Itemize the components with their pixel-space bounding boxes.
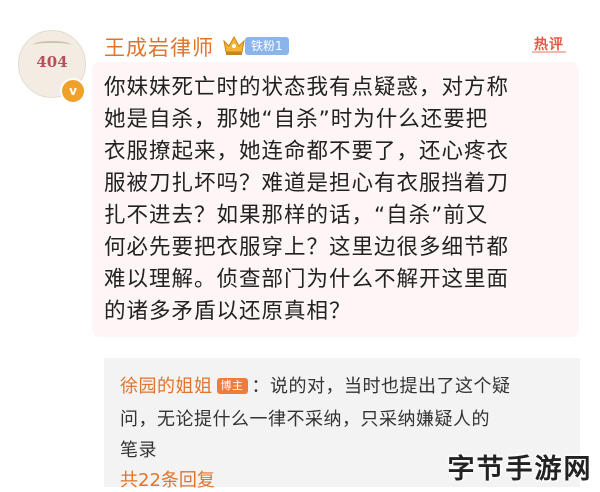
hot-comment-tag: 热评 bbox=[532, 34, 566, 54]
reply-line-1: 徐园的姐姐 博主 ：说的对，当时也提出了这个疑 bbox=[120, 372, 511, 398]
more-replies-link[interactable]: 共22条回复 bbox=[120, 466, 215, 492]
avatar-decoration bbox=[33, 41, 71, 49]
crown-icon bbox=[223, 35, 245, 55]
blogger-badge: 博主 bbox=[216, 378, 248, 394]
reply-line-3: 笔录 bbox=[120, 440, 157, 461]
watermark: 字节手游网 bbox=[447, 453, 593, 485]
reply-line-2: 问，无论提什么一律不采纳，只采纳嫌疑人的 bbox=[120, 409, 490, 430]
avatar-text: 404 bbox=[36, 53, 68, 71]
comment-text: 你妹妹死亡时的状态我有点疑惑，对方称 她是自杀，那她“自杀”时为什么还要把 衣服… bbox=[104, 75, 510, 324]
reply-text-1: ：说的对，当时也提出了这个疑 bbox=[251, 376, 511, 397]
reply-author[interactable]: 徐园的姐姐 bbox=[120, 376, 213, 397]
comment-username[interactable]: 王成岩律师 bbox=[104, 32, 214, 62]
fan-level-badge: 铁粉1 bbox=[245, 37, 289, 55]
verified-icon: v bbox=[60, 78, 86, 104]
